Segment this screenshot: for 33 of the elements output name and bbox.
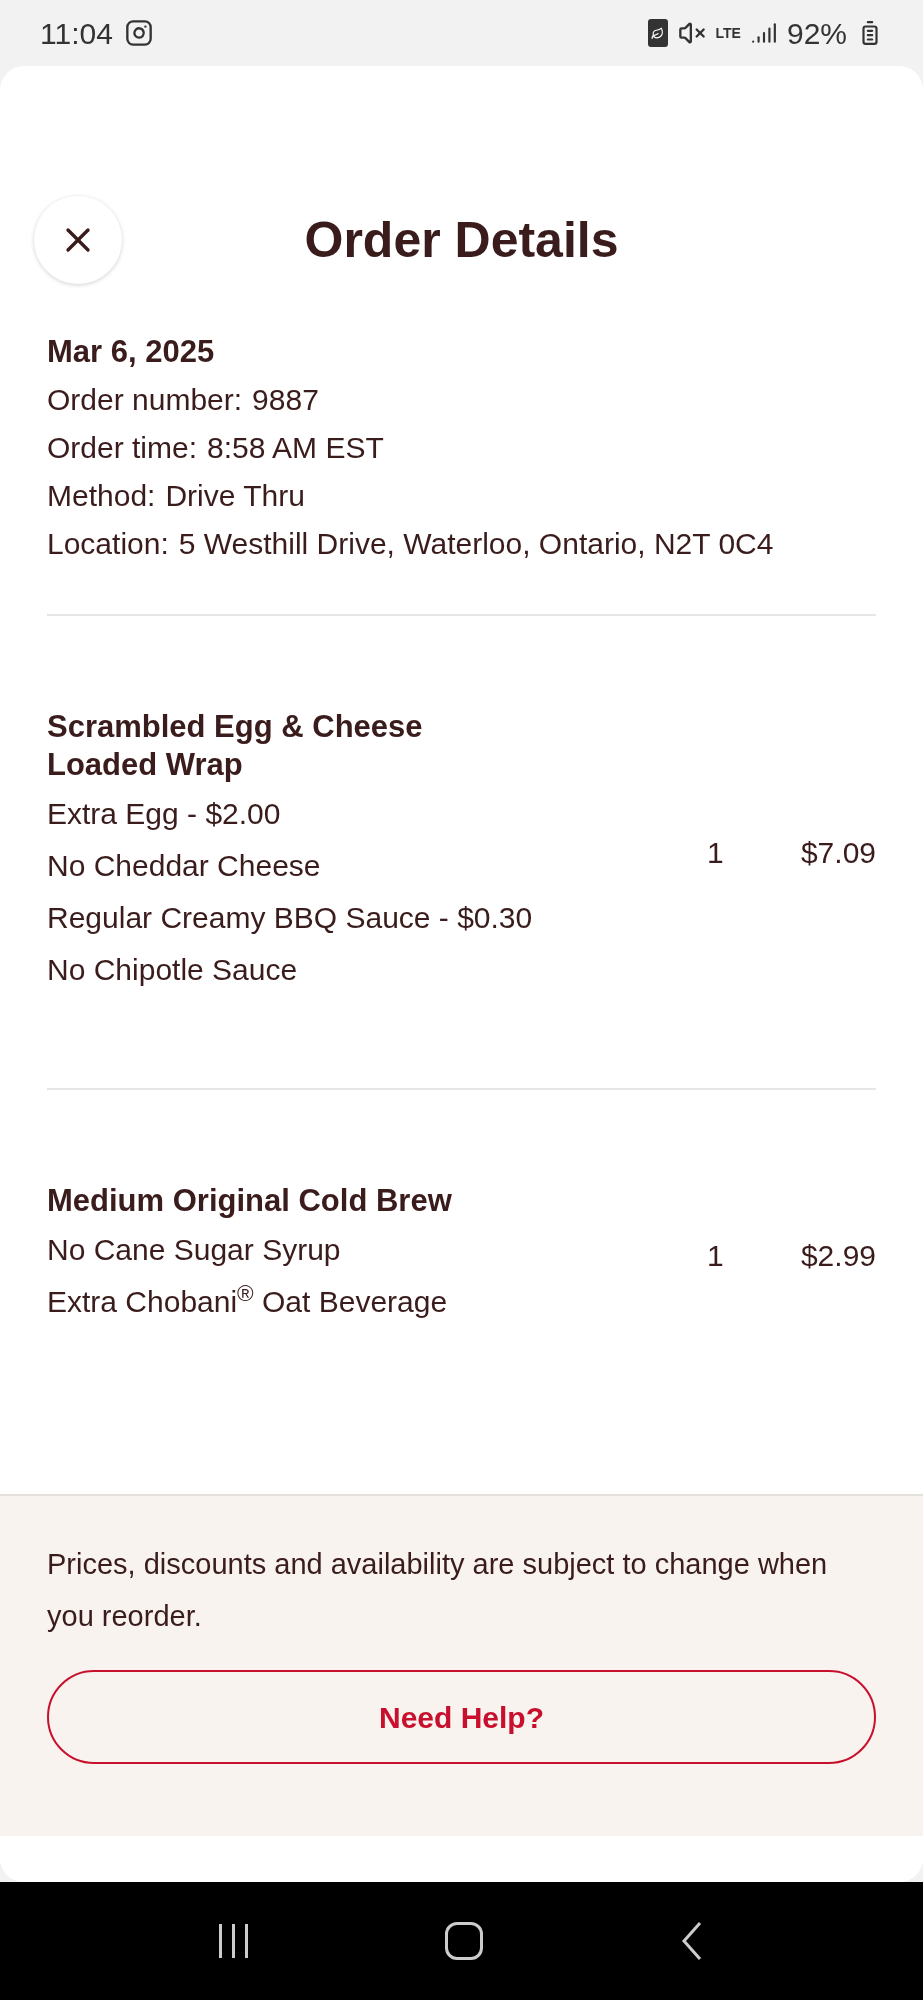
order-date: Mar 6, 2025 [47,333,216,371]
close-button[interactable] [34,196,122,284]
item-price: $7.09 [800,834,876,871]
item-option: No Chipotle Sauce [47,944,617,996]
field-value: 5 Westhill Drive, Waterloo, Ontario, N2T 0C4 [178,526,774,562]
field-label: Method: [47,478,156,514]
field-value: 9887 [252,382,319,418]
field-label: Order time: [47,430,198,466]
page-title: Order Details [304,210,619,270]
battery-saver-icon [647,19,668,47]
network-type: LTE [715,26,741,40]
clock: 11:04 [40,15,113,52]
item-option: No Cheddar Cheese [47,840,617,892]
item-option: Regular Creamy BBQ Sauce - $0.30 [47,892,617,944]
field-label: Location: [47,526,169,562]
field-value: 8:58 AM EST [207,430,384,466]
item-option: Extra Chobani$^{®}$ Oat Beverage [47,1276,617,1328]
battery-percentage: 92% [786,15,847,52]
item-name: Medium Original Cold Brew [47,1182,453,1220]
item-name: Scrambled Egg & Cheese Loaded Wrap [47,708,424,784]
field-value: Drive Thru [165,478,305,514]
item-price: $2.99 [800,1237,876,1274]
recent-apps-icon[interactable] [218,1924,248,1958]
item-option: Extra Egg - $2.00 [47,788,617,840]
item-option: No Cane Sugar Syrup [47,1224,617,1276]
home-icon[interactable] [445,1922,483,1960]
item-quantity: 1 [707,834,724,871]
signal-icon [750,20,777,46]
item-quantity: 1 [707,1237,724,1274]
instagram-icon [124,19,153,47]
help-button[interactable]: Need Help? [47,1670,876,1764]
reorder-notice: Prices, discounts and availability are subject to change when you reorder. [47,1547,829,1634]
field-label: Order number: [47,382,243,418]
